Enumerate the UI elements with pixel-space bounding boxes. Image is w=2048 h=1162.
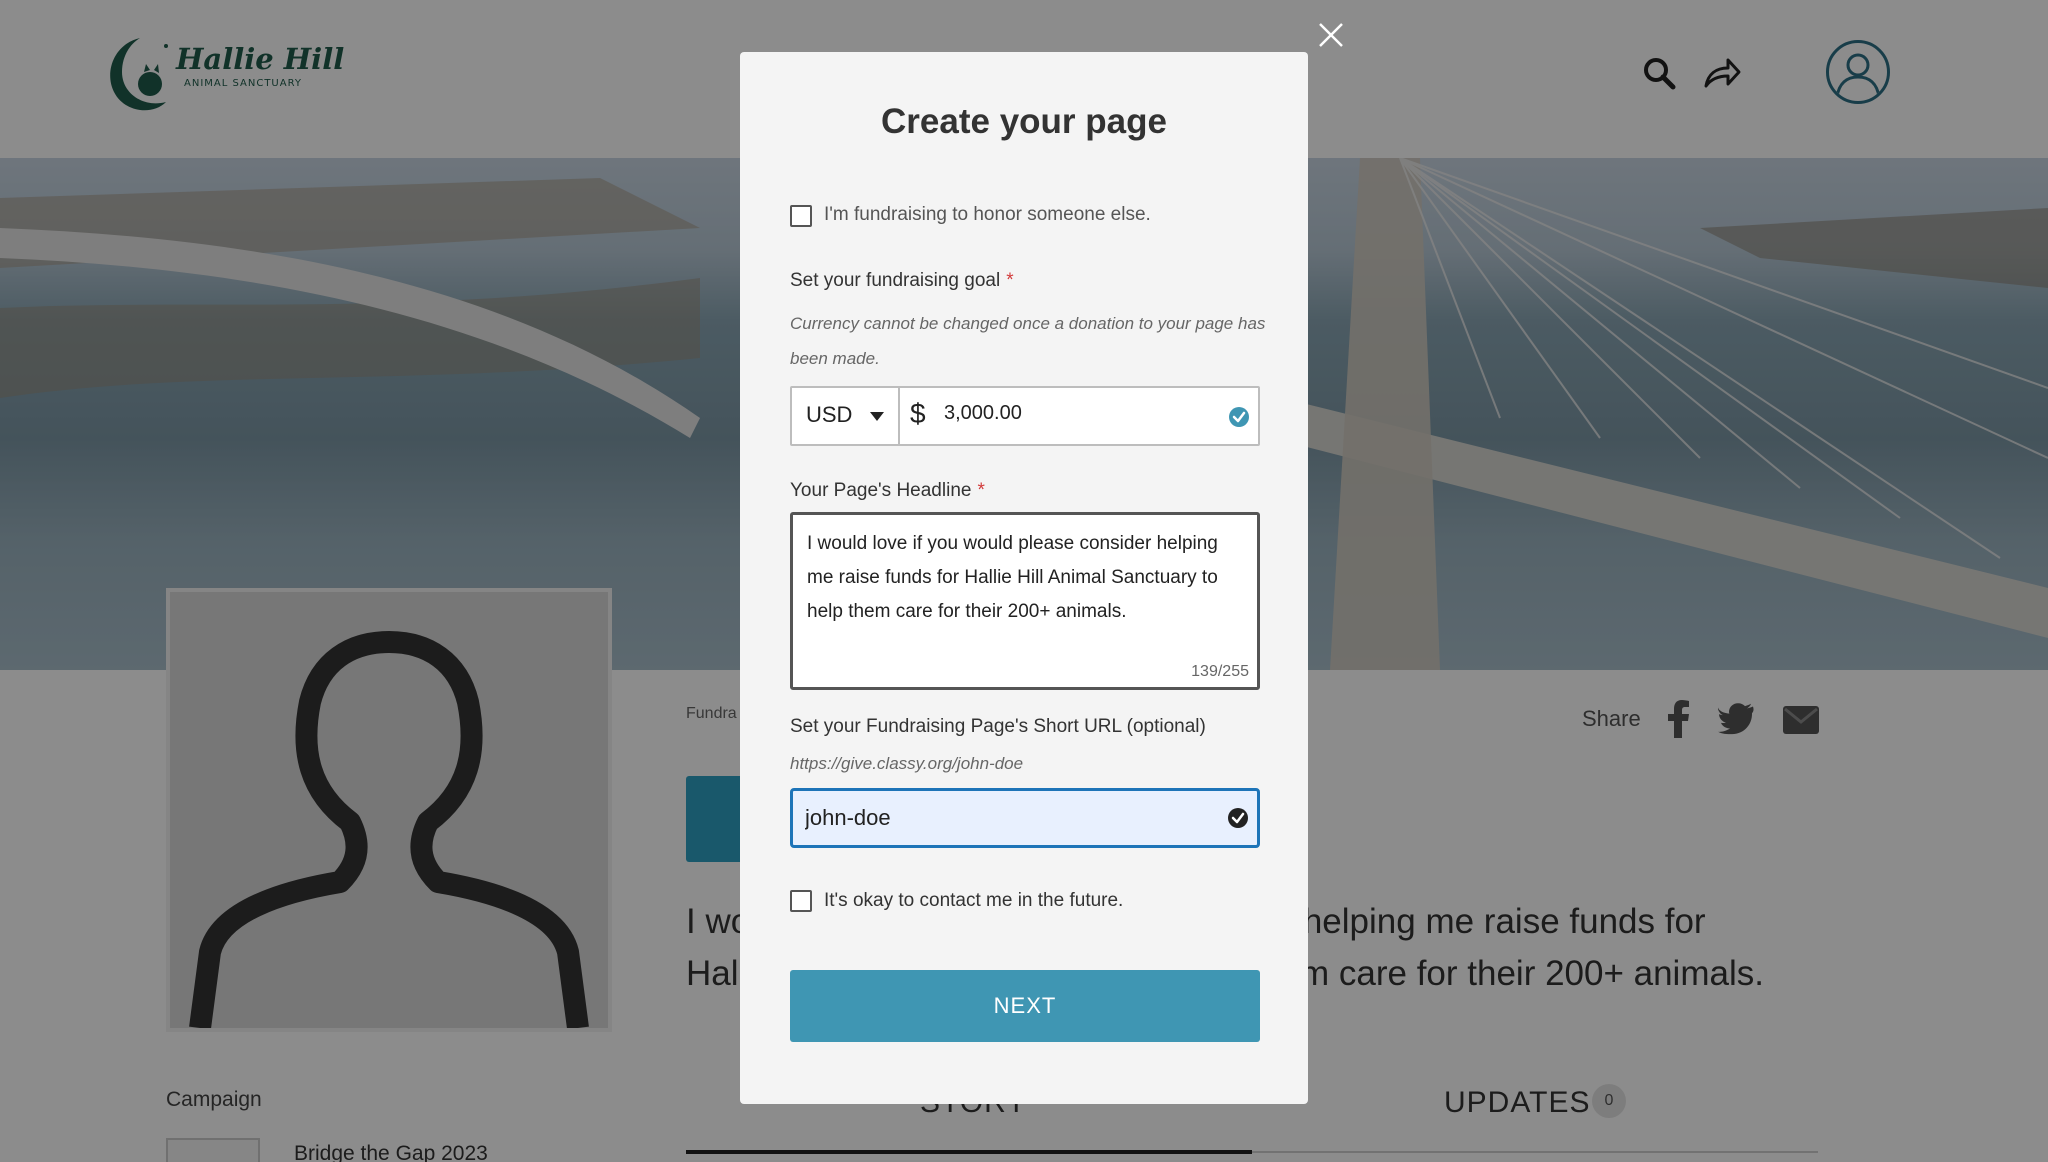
- goal-label-text: Set your fundraising goal: [790, 270, 1001, 291]
- next-button[interactable]: NEXT: [790, 970, 1260, 1042]
- headline-label-text: Your Page's Headline: [790, 480, 972, 501]
- create-page-modal: Create your page I'm fundraising to hono…: [740, 52, 1308, 1104]
- contact-checkbox[interactable]: [790, 890, 812, 912]
- goal-amount-field: USD $: [790, 386, 1260, 446]
- short-url-input[interactable]: [805, 805, 1205, 831]
- modal-title: Create your page: [881, 102, 1167, 141]
- short-url-hint: https://give.classy.org/john-doe: [790, 754, 1024, 773]
- close-icon[interactable]: [1316, 20, 1346, 50]
- short-url-label: Set your Fundraising Page's Short URL (o…: [790, 716, 1206, 737]
- caret-down-icon: [870, 412, 884, 421]
- currency-symbol: $: [910, 398, 926, 429]
- check-circle-icon: [1228, 808, 1248, 828]
- check-circle-icon: [1229, 407, 1249, 427]
- honor-checkbox-label[interactable]: I'm fundraising to honor someone else.: [824, 204, 1151, 226]
- honor-checkbox[interactable]: [790, 205, 812, 227]
- headline-field: I would love if you would please conside…: [790, 512, 1260, 690]
- required-mark: *: [1006, 270, 1014, 291]
- currency-select[interactable]: USD: [792, 388, 900, 444]
- required-mark: *: [977, 480, 985, 501]
- goal-label: Set your fundraising goal *: [790, 270, 1014, 292]
- contact-checkbox-label[interactable]: It's okay to contact me in the future.: [824, 890, 1123, 912]
- headline-label: Your Page's Headline *: [790, 480, 985, 502]
- currency-value: USD: [806, 402, 853, 427]
- goal-currency-hint: Currency cannot be changed once a donati…: [790, 314, 1266, 368]
- goal-amount-input[interactable]: [944, 402, 1194, 425]
- short-url-field: [790, 788, 1260, 848]
- headline-char-count: 139/255: [1191, 663, 1249, 680]
- headline-textarea[interactable]: I would love if you would please conside…: [807, 527, 1243, 647]
